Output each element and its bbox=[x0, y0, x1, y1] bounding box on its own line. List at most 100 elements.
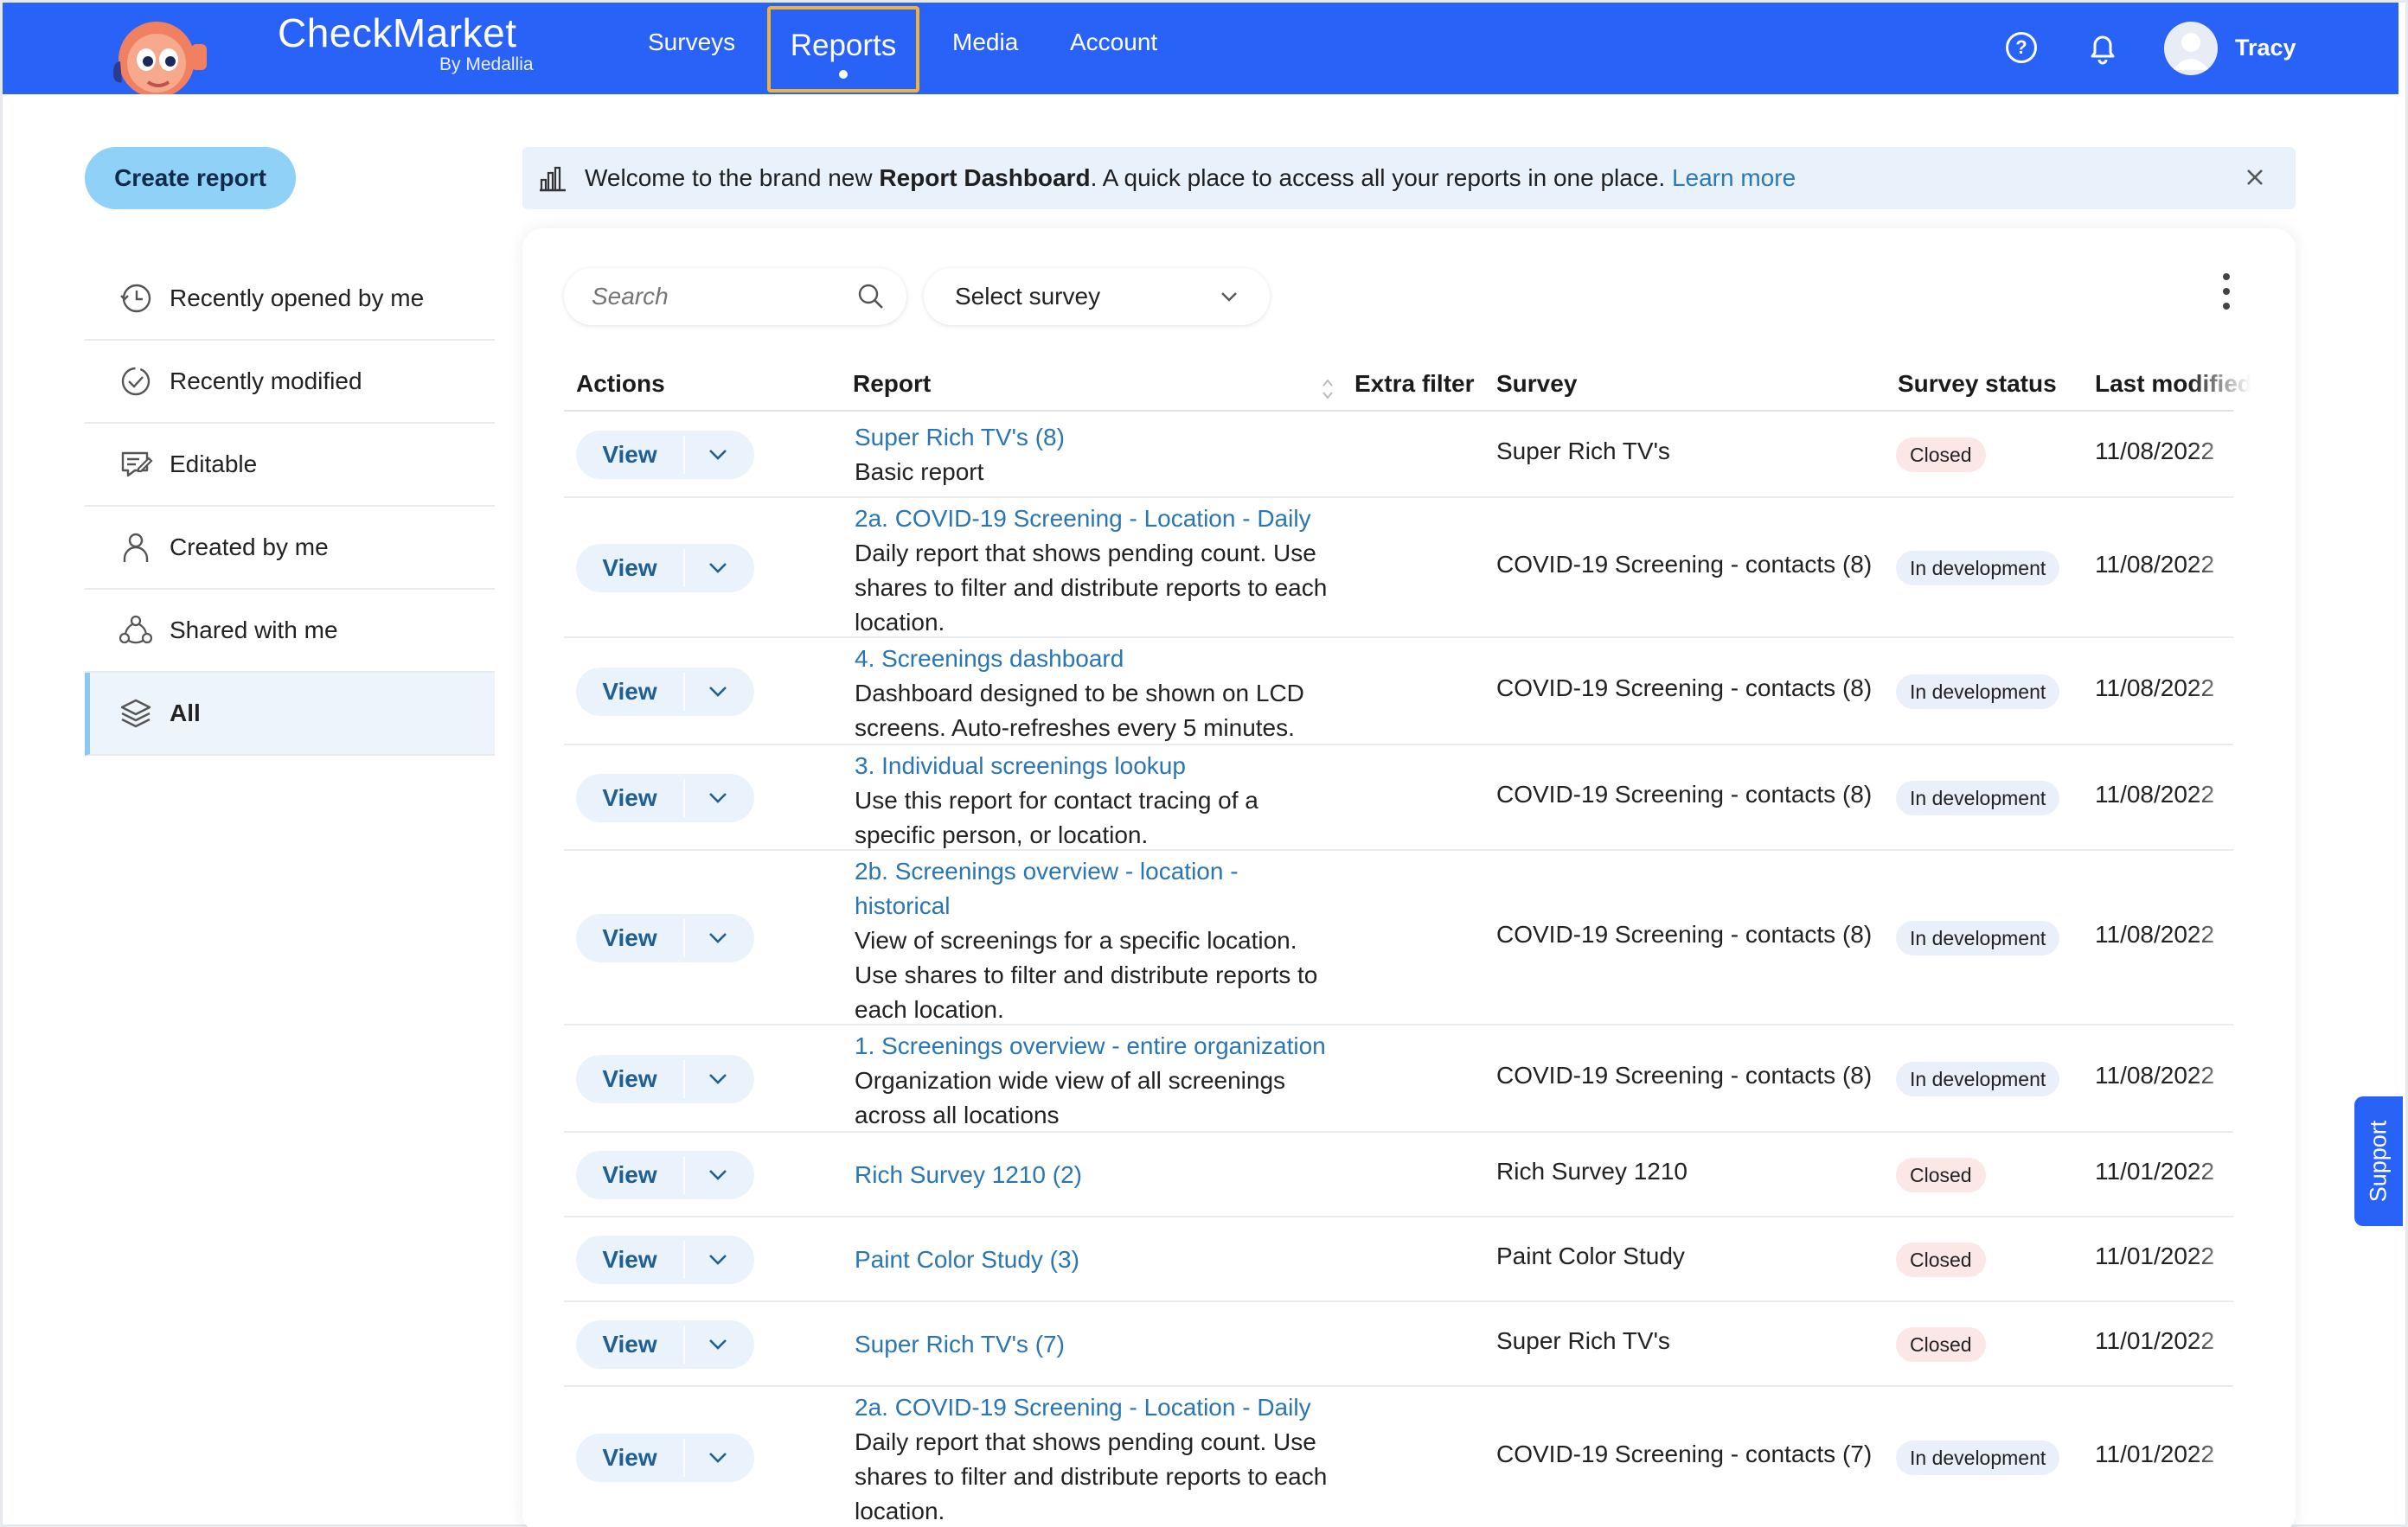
view-button-group: View bbox=[576, 431, 754, 479]
learn-more-link[interactable]: Learn more bbox=[1672, 164, 1796, 192]
view-button[interactable]: View bbox=[576, 1151, 683, 1199]
report-title-link[interactable]: 4. Screenings dashboard bbox=[855, 642, 1339, 676]
report-title-link[interactable]: Rich Survey 1210 (2) bbox=[855, 1158, 1339, 1192]
search-icon[interactable] bbox=[856, 282, 886, 311]
survey-select[interactable]: Select survey bbox=[924, 268, 1270, 325]
last-modified-date: 11/08/2022 bbox=[2095, 921, 2215, 948]
support-label: Support bbox=[2365, 1120, 2392, 1203]
view-button[interactable]: View bbox=[576, 774, 683, 822]
sort-icon[interactable] bbox=[1320, 377, 1335, 401]
report-title-link[interactable]: 2a. COVID-19 Screening - Location - Dail… bbox=[855, 1390, 1339, 1425]
status-badge: In development bbox=[1896, 674, 2060, 709]
status-badge: Closed bbox=[1896, 1243, 1986, 1277]
nav-reports[interactable]: Reports bbox=[767, 6, 919, 93]
divider bbox=[683, 919, 685, 957]
survey-name: Super Rich TV's bbox=[1496, 438, 1670, 464]
report-cell: Super Rich TV's (7) bbox=[855, 1327, 1339, 1362]
sidebar-item-label: All bbox=[170, 700, 201, 726]
sidebar-item-shared-with-me[interactable]: Shared with me bbox=[85, 590, 495, 673]
chevron-down-icon[interactable] bbox=[706, 1251, 730, 1268]
sidebar-item-label: Created by me bbox=[170, 533, 329, 560]
view-button[interactable]: View bbox=[576, 914, 683, 962]
report-description: Daily report that shows pending count. U… bbox=[855, 1428, 1328, 1524]
search-box[interactable] bbox=[564, 268, 906, 325]
view-button[interactable]: View bbox=[576, 431, 683, 479]
chevron-down-icon[interactable] bbox=[706, 1449, 730, 1466]
sidebar-item-recently-modified[interactable]: Recently modified bbox=[85, 341, 495, 424]
last-modified-date: 11/08/2022 bbox=[2095, 674, 2215, 701]
user-name[interactable]: Tracy bbox=[2235, 35, 2296, 61]
survey-name: COVID-19 Screening - contacts (8) bbox=[1496, 674, 1873, 701]
layers-icon bbox=[118, 695, 154, 732]
chevron-down-icon[interactable] bbox=[706, 930, 730, 947]
brand-subtitle: By Medallia bbox=[439, 54, 534, 74]
view-button[interactable]: View bbox=[576, 1236, 683, 1284]
report-cell: 2a. COVID-19 Screening - Location - Dail… bbox=[855, 502, 1339, 640]
chevron-down-icon bbox=[1221, 292, 1237, 302]
mascot-logo-icon[interactable] bbox=[96, 10, 234, 98]
sidebar-item-all[interactable]: All bbox=[85, 673, 495, 756]
header-last-modified: Last modified bbox=[2095, 370, 2251, 397]
status-badge: In development bbox=[1896, 1441, 2060, 1475]
report-cell: 4. Screenings dashboard Dashboard design… bbox=[855, 642, 1339, 745]
table-row: View Super Rich TV's (7) Super Rich TV's… bbox=[564, 1302, 2233, 1387]
divider bbox=[683, 1156, 685, 1194]
last-modified-date: 11/01/2022 bbox=[2095, 1441, 2215, 1467]
chevron-down-icon[interactable] bbox=[706, 1336, 730, 1353]
view-button-group: View bbox=[576, 1236, 754, 1284]
create-report-button[interactable]: Create report bbox=[85, 147, 296, 209]
view-button[interactable]: View bbox=[576, 544, 683, 592]
active-indicator-dot bbox=[839, 70, 848, 79]
nav-surveys[interactable]: Surveys bbox=[648, 29, 735, 56]
header-report[interactable]: Report bbox=[853, 370, 931, 398]
sidebar-item-editable[interactable]: Editable bbox=[85, 424, 495, 507]
view-button[interactable]: View bbox=[576, 1434, 683, 1482]
report-title-link[interactable]: 2b. Screenings overview - location - his… bbox=[855, 854, 1339, 923]
support-tab[interactable]: Support bbox=[2354, 1096, 2403, 1226]
survey-name: Rich Survey 1210 bbox=[1496, 1158, 1688, 1185]
bell-icon[interactable] bbox=[2085, 30, 2120, 67]
status-badge: In development bbox=[1896, 551, 2060, 585]
sidebar-item-recently-opened[interactable]: Recently opened by me bbox=[85, 258, 495, 341]
chevron-down-icon[interactable] bbox=[706, 683, 730, 700]
chevron-down-icon[interactable] bbox=[706, 559, 730, 577]
sidebar-list: Recently opened by me Recently modified … bbox=[85, 258, 495, 756]
view-button[interactable]: View bbox=[576, 1320, 683, 1369]
report-title-link[interactable]: Super Rich TV's (8) bbox=[855, 420, 1339, 455]
nav-account[interactable]: Account bbox=[1070, 29, 1157, 56]
report-cell: 2a. COVID-19 Screening - Location - Dail… bbox=[855, 1390, 1339, 1527]
report-title-link[interactable]: 3. Individual screenings lookup bbox=[855, 749, 1339, 783]
sidebar-item-created-by-me[interactable]: Created by me bbox=[85, 507, 495, 590]
avatar[interactable] bbox=[2164, 22, 2218, 75]
table-row: View 2a. COVID-19 Screening - Location -… bbox=[564, 1387, 2233, 1527]
banner-text-before: Welcome to the brand new bbox=[585, 164, 880, 191]
report-title-link[interactable]: 1. Screenings overview - entire organiza… bbox=[855, 1029, 1339, 1064]
chevron-down-icon[interactable] bbox=[706, 789, 730, 807]
header-extra-filter: Extra filter bbox=[1354, 370, 1475, 397]
chevron-down-icon[interactable] bbox=[706, 1166, 730, 1184]
nav-media[interactable]: Media bbox=[952, 29, 1018, 56]
divider bbox=[683, 673, 685, 711]
more-options-icon[interactable] bbox=[2218, 270, 2235, 313]
last-modified-date: 11/01/2022 bbox=[2095, 1327, 2215, 1354]
banner-text-after: . A quick place to access all your repor… bbox=[1090, 164, 1672, 191]
table-row: View Rich Survey 1210 (2) Rich Survey 12… bbox=[564, 1133, 2233, 1217]
close-icon[interactable] bbox=[2240, 163, 2270, 192]
view-button[interactable]: View bbox=[576, 668, 683, 716]
report-description: Daily report that shows pending count. U… bbox=[855, 540, 1328, 636]
view-button[interactable]: View bbox=[576, 1055, 683, 1103]
report-title-link[interactable]: Paint Color Study (3) bbox=[855, 1243, 1339, 1277]
report-description: View of screenings for a specific locati… bbox=[855, 927, 1318, 1023]
survey-name: COVID-19 Screening - contacts (8) bbox=[1496, 921, 1873, 948]
last-modified-date: 11/01/2022 bbox=[2095, 1243, 2215, 1269]
chevron-down-icon[interactable] bbox=[706, 446, 730, 463]
report-title-link[interactable]: Super Rich TV's (7) bbox=[855, 1327, 1339, 1362]
clock-history-icon bbox=[118, 280, 154, 316]
search-input[interactable] bbox=[592, 283, 851, 310]
chevron-down-icon[interactable] bbox=[706, 1070, 730, 1088]
banner-text-bold: Report Dashboard bbox=[879, 164, 1091, 191]
help-icon[interactable]: ? bbox=[2006, 32, 2037, 63]
report-title-link[interactable]: 2a. COVID-19 Screening - Location - Dail… bbox=[855, 502, 1339, 536]
table-row: View 2a. COVID-19 Screening - Location -… bbox=[564, 498, 2233, 638]
view-button-group: View bbox=[576, 1434, 754, 1482]
